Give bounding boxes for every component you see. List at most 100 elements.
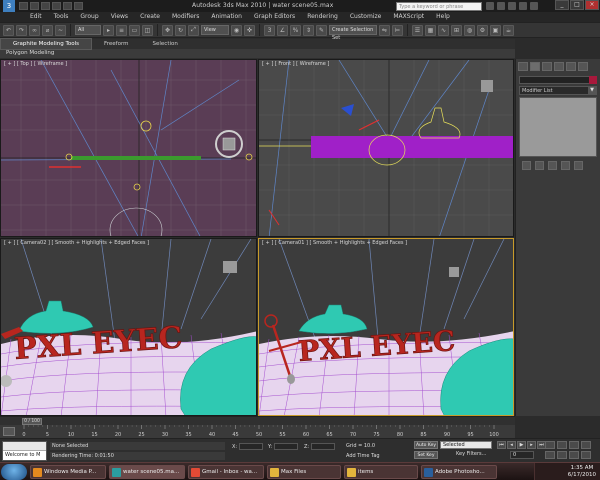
new-file-icon[interactable] [19,2,28,10]
rendered-frame-window-icon[interactable]: ▣ [490,24,501,36]
pivot-center-icon[interactable]: ◉ [231,24,242,36]
utilities-tab-icon[interactable] [578,62,588,71]
pan-icon[interactable] [557,451,567,459]
key-filters-button[interactable]: Key Filters... [456,451,486,457]
unlink-icon[interactable]: ⌀ [42,24,53,36]
coord-y-field[interactable] [274,443,299,450]
bind-space-warp-icon[interactable]: ~ [55,24,66,36]
hierarchy-tab-icon[interactable] [542,62,552,71]
angle-snap-icon[interactable]: ∠ [277,24,288,36]
cam02-spot-target[interactable] [223,261,237,273]
menu-tools[interactable]: Tools [48,12,75,22]
light-helper-icon[interactable] [245,153,253,161]
minimize-button[interactable]: _ [555,0,569,10]
subscription-icon[interactable] [497,2,505,10]
coord-x-field[interactable] [239,443,264,450]
select-rotate-icon[interactable]: ↻ [175,24,186,36]
modifier-list-dropdown[interactable]: Modifier List ▼ [519,86,597,95]
rectangular-selection-icon[interactable]: ▭ [129,24,140,36]
project-folder-icon[interactable] [74,2,83,10]
previous-frame-icon[interactable]: ◂ [507,441,516,449]
menu-rendering[interactable]: Rendering [301,12,344,22]
object-color-swatch[interactable] [589,76,597,84]
spinner-snap-icon[interactable]: ⇕ [303,24,314,36]
maxscript-macro-line[interactable] [3,442,46,451]
add-time-tag[interactable]: Add Time Tag [346,453,380,459]
menu-graph-editors[interactable]: Graph Editors [248,12,301,22]
camera-red-line[interactable] [358,119,380,131]
maxscript-output-line[interactable]: Welcome to M [3,451,46,460]
display-tab-icon[interactable] [566,62,576,71]
redo-icon[interactable] [63,2,72,10]
ribbon-tab-freeform[interactable]: Freeform [92,39,141,49]
menu-create[interactable]: Create [134,12,166,22]
viewport-camera02-label[interactable]: [ + ] [ Camera02 ] [ Smooth + Highlights… [4,240,149,246]
taskbar-item[interactable]: water scene05.ma... [109,464,185,479]
field-of-view-icon[interactable] [545,451,555,459]
time-slider[interactable]: 0 / 100 [0,416,515,425]
start-button[interactable] [1,463,27,480]
window-crossing-icon[interactable]: ◫ [142,24,153,36]
modify-tab-icon[interactable] [530,62,540,71]
ribbon-tab-selection[interactable]: Selection [141,39,190,49]
clock[interactable]: 1:35 AM 6/17/2010 [568,465,596,479]
viewport-top-label[interactable]: [ + ] [ Top ] [ Wireframe ] [4,61,67,67]
select-object-icon[interactable]: ▸ [103,24,114,36]
zoom-extents-all-icon[interactable] [581,441,591,449]
taskbar-item[interactable]: Gmail - Inbox - wa... [188,464,264,479]
remove-modifier-icon[interactable] [561,161,570,170]
close-button[interactable]: × [585,0,599,10]
app-logo-icon[interactable]: 3 [3,0,15,12]
time-slider-thumb[interactable]: 0 / 100 [22,418,42,425]
material-editor-icon[interactable]: ◍ [464,24,475,36]
current-frame-field[interactable]: 0 [510,451,534,459]
front-viewcube-icon[interactable] [481,80,493,92]
menu-views[interactable]: Views [105,12,134,22]
menu-help[interactable]: Help [430,12,456,22]
menu-modifiers[interactable]: Modifiers [166,12,205,22]
snaps-toggle-icon[interactable]: 3 [264,24,275,36]
viewport-top[interactable]: [ + ] [ Top ] [ Wireframe ] [0,59,257,237]
auto-key-button[interactable]: Auto Key [414,441,438,449]
named-selection-sets-dropdown[interactable]: Create Selection Set [329,25,377,41]
create-tab-icon[interactable] [518,62,528,71]
mirror-icon[interactable]: ⇋ [379,24,390,36]
spotlight-blue[interactable] [341,104,354,116]
save-file-icon[interactable] [41,2,50,10]
edit-named-selection-icon[interactable]: ✎ [316,24,327,36]
next-frame-icon[interactable]: ▸ [527,441,536,449]
menu-customize[interactable]: Customize [344,12,388,22]
taskbar-item[interactable]: items [344,464,418,479]
zoom-extents-icon[interactable] [569,441,579,449]
viewport-front-label[interactable]: [ + ] [ Front ] [ Wireframe ] [262,61,329,67]
graphite-toggle-icon[interactable]: ▦ [425,24,436,36]
viewport-front[interactable]: [ + ] [ Front ] [ Wireframe ] [258,59,514,237]
taskbar-item[interactable]: Adobe Photosho... [421,464,497,479]
maxscript-listener[interactable]: Welcome to M [2,441,47,461]
zoom-icon[interactable] [545,441,555,449]
cam01-bottle[interactable] [298,304,368,334]
go-to-start-icon[interactable]: ⏮ [497,441,506,449]
reference-coordinate-dropdown[interactable]: View [201,25,229,35]
modifier-stack[interactable] [519,97,597,157]
redo-icon[interactable]: ↷ [16,24,27,36]
selection-filter-dropdown[interactable]: All [75,25,101,35]
viewport-camera01-label[interactable]: [ + ] [ Camera01 ] [ Smooth + Highlights… [262,240,407,246]
zoom-all-icon[interactable] [557,441,567,449]
set-key-button[interactable]: Set Key [414,451,438,459]
viewcube-icon[interactable] [222,137,236,151]
object-name-field[interactable] [519,76,597,84]
bottle-front[interactable] [418,107,461,139]
maximize-button[interactable]: □ [570,0,584,10]
make-unique-icon[interactable] [548,161,557,170]
open-file-icon[interactable] [30,2,39,10]
ground-plane-top[interactable] [71,156,201,160]
viewport-camera02[interactable]: PXL EYEC [ + ] [ Camera02 ] [ Smooth + H… [0,238,257,416]
help-icon[interactable] [530,2,538,10]
menu-maxscript[interactable]: MAXScript [387,12,430,22]
mini-curve-editor-icon[interactable] [3,427,15,436]
menu-group[interactable]: Group [74,12,104,22]
link-icon[interactable]: ∞ [29,24,40,36]
select-by-name-icon[interactable]: ≡ [116,24,127,36]
percent-snap-icon[interactable]: % [290,24,301,36]
